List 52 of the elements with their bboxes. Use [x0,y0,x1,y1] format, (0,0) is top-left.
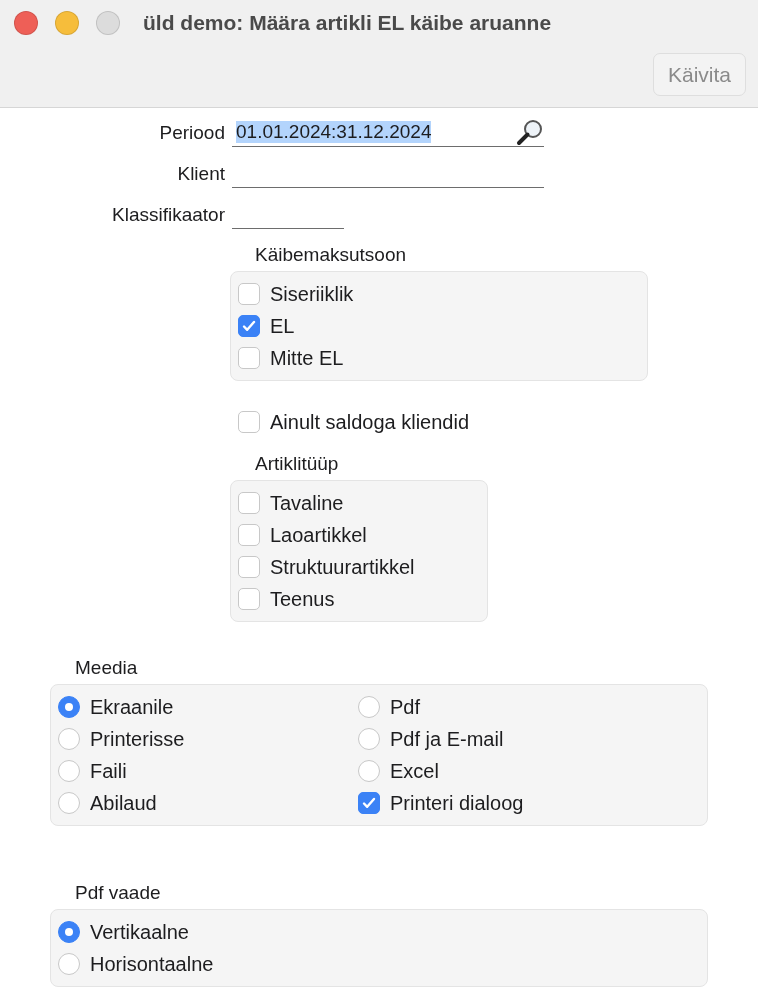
section-title: Pdf vaade [75,881,161,905]
option-label: Mitte EL [270,346,344,370]
section-title: Artiklitüüp [255,452,339,476]
field-label: Periood [158,121,225,144]
option-label: Pdf ja E-mail [390,727,504,751]
radio-button[interactable] [58,953,80,975]
field-value: 01.01.2024:31.12.2024 [236,121,432,143]
option-label: Teenus [270,587,335,611]
section-title: Meedia [75,656,138,680]
checkbox[interactable] [238,411,260,433]
option-label: Printeri dialoog [390,791,524,815]
option-label: Pdf [390,695,421,719]
option-label: Laoartikkel [270,523,367,547]
checkbox[interactable] [238,588,260,610]
field-label: Klassifikaator [111,203,225,226]
option-label: Horisontaalne [90,952,214,976]
checkbox[interactable] [238,283,260,305]
option-label: Ainult saldoga kliendid [270,410,470,434]
option-label: Printerisse [90,727,185,751]
search-icon[interactable] [514,118,544,146]
checkmark-icon [241,318,257,334]
input-field[interactable]: 01.01.2024:31.12.2024 [232,118,544,147]
checkbox[interactable] [238,347,260,369]
option-label: Excel [390,759,439,783]
option-label: Struktuurartikkel [270,555,415,579]
option-label: Tavaline [270,491,344,515]
section-title: Käibemaksutsoon [255,243,407,267]
checkbox[interactable] [358,792,380,814]
radio-button[interactable] [58,792,80,814]
checkbox[interactable] [238,556,260,578]
checkbox[interactable] [238,524,260,546]
minimize-icon[interactable] [55,11,79,35]
radio-button[interactable] [358,728,380,750]
radio-button[interactable] [58,921,80,943]
radio-button[interactable] [358,760,380,782]
field-label: Klient [176,162,225,185]
option-label: Ekraanile [90,695,174,719]
window-title: üld demo: Määra artikli EL käibe aruanne [143,11,552,35]
zoom-icon[interactable] [96,11,120,35]
option-label: EL [270,314,295,338]
radio-button[interactable] [58,728,80,750]
option-label: Faili [90,759,127,783]
option-label: Vertikaalne [90,920,189,944]
option-label: Abilaud [90,791,157,815]
radio-button[interactable] [358,696,380,718]
checkbox[interactable] [238,492,260,514]
close-icon[interactable] [14,11,38,35]
checkmark-icon [361,795,377,811]
checkbox[interactable] [238,315,260,337]
radio-button[interactable] [58,760,80,782]
option-label: Siseriiklik [270,282,354,306]
radio-button[interactable] [58,696,80,718]
